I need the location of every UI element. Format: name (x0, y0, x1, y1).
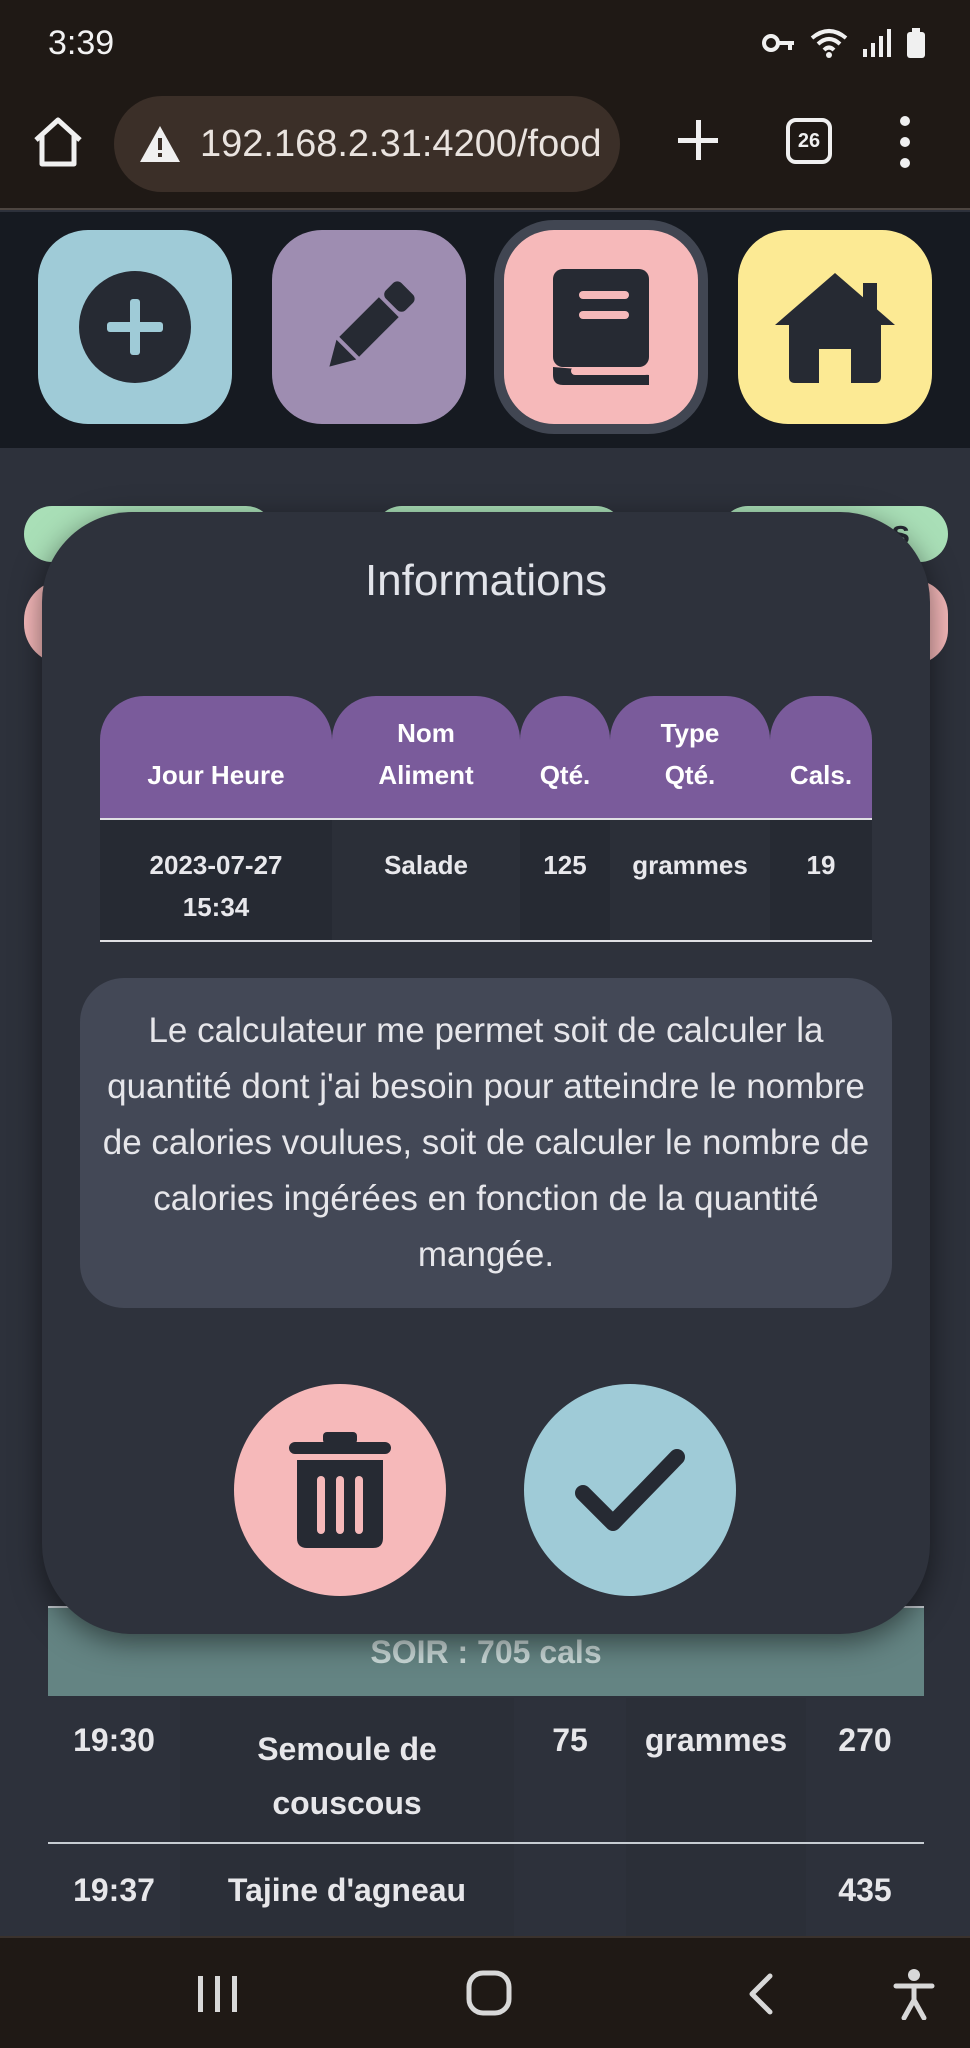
column-header-line: Qté. (664, 760, 716, 790)
table-row: 2023-07-27 15:34 Salade 125 grammes 19 (100, 820, 872, 942)
nav-book-button[interactable] (504, 230, 698, 424)
info-table: Jour Heure Nom Aliment Qté. Type Qté. Ca… (100, 696, 872, 942)
row-cals: 435 (838, 1872, 892, 1908)
modal-title: Informations (364, 556, 608, 605)
column-header-line: Type (660, 718, 720, 748)
row-qty: 75 (552, 1722, 588, 1758)
check-icon (575, 1449, 685, 1531)
nav-home-button[interactable] (738, 230, 932, 424)
cell-time: 15:34 (182, 892, 250, 922)
delete-button[interactable] (234, 1384, 446, 1596)
column-header-line: Nom (397, 718, 455, 748)
app-nav (0, 212, 970, 448)
battery-icon (907, 28, 925, 58)
back-icon[interactable] (746, 1972, 776, 2016)
accessibility-icon[interactable] (892, 1968, 936, 2020)
recent-apps-icon[interactable] (196, 1974, 240, 2014)
dot-icon (900, 137, 910, 147)
table-row[interactable]: 19:37 Tajine d'agneau 435 (48, 1844, 924, 1936)
house-icon (775, 273, 895, 383)
description-box: Le calculateur me permet soit de calcule… (80, 978, 892, 1308)
column-header-food: Nom Aliment (332, 696, 520, 818)
column-header-line: Qté. (539, 760, 591, 790)
cell-qty-type: grammes (610, 820, 770, 940)
status-icons (762, 28, 926, 58)
cell-datetime: 2023-07-27 15:34 (100, 820, 332, 940)
meal-section-title: SOIR : 705 cals (370, 1633, 602, 1670)
info-table-header: Jour Heure Nom Aliment Qté. Type Qté. Ca… (100, 696, 872, 820)
column-header-line: Cals. (789, 760, 853, 790)
nav-add-button[interactable] (38, 230, 232, 424)
column-header-qty-type: Type Qté. (610, 696, 770, 818)
clock: 3:39 (48, 24, 115, 62)
address-bar[interactable]: 192.168.2.31:4200/food (114, 96, 620, 192)
dot-icon (900, 116, 910, 126)
dot-icon (900, 158, 910, 168)
tab-switcher-button[interactable]: 26 (786, 118, 832, 164)
wifi-icon (810, 29, 848, 58)
cell-food: Salade (332, 820, 520, 940)
column-header-date: Jour Heure (100, 696, 332, 818)
row-cals: 270 (838, 1722, 892, 1758)
browser-toolbar: 192.168.2.31:4200/food 26 (0, 92, 970, 210)
row-time: 19:37 (73, 1872, 155, 1908)
table-row[interactable]: 19:30 Semoule de couscous 75 grammes 270 (48, 1698, 924, 1844)
home-circle-icon[interactable] (466, 1970, 512, 2016)
browser-menu-button[interactable] (890, 116, 920, 168)
trash-icon (289, 1432, 391, 1548)
book-icon (553, 269, 649, 385)
url-text: 192.168.2.31:4200/food (200, 122, 602, 165)
info-modal: Informations Jour Heure Nom Aliment Qté.… (42, 512, 930, 1634)
cell-date: 2023-07-27 (149, 850, 283, 880)
row-time: 19:30 (73, 1722, 155, 1758)
warning-icon (140, 126, 180, 162)
signal-icon (863, 29, 891, 57)
home-icon (34, 117, 82, 167)
plus-icon (678, 120, 718, 160)
cell-qty: 125 (520, 820, 610, 940)
row-food: Tajine d'agneau (227, 1872, 467, 1908)
row-food: Semoule de couscous (180, 1722, 514, 1830)
column-header-line: Jour Heure (147, 760, 285, 790)
confirm-button[interactable] (524, 1384, 736, 1596)
column-header-qty: Qté. (520, 696, 610, 818)
pencil-icon (329, 281, 415, 367)
row-qty-type: grammes (644, 1722, 788, 1758)
nav-edit-button[interactable] (272, 230, 466, 424)
status-bar: 3:39 (0, 0, 970, 92)
row-food-line: Semoule de (257, 1731, 437, 1767)
key-icon (762, 34, 794, 52)
cell-cals: 19 (770, 820, 872, 940)
column-header-line: Aliment (378, 760, 474, 790)
system-nav-bar (0, 1936, 970, 2048)
column-header-cals: Cals. (770, 696, 872, 818)
description-text: Le calculateur me permet soit de calcule… (102, 1011, 870, 1274)
new-tab-button[interactable] (672, 114, 724, 166)
plus-circle-icon (79, 271, 191, 383)
row-food-line: couscous (272, 1785, 422, 1821)
browser-home-button[interactable] (30, 114, 86, 170)
